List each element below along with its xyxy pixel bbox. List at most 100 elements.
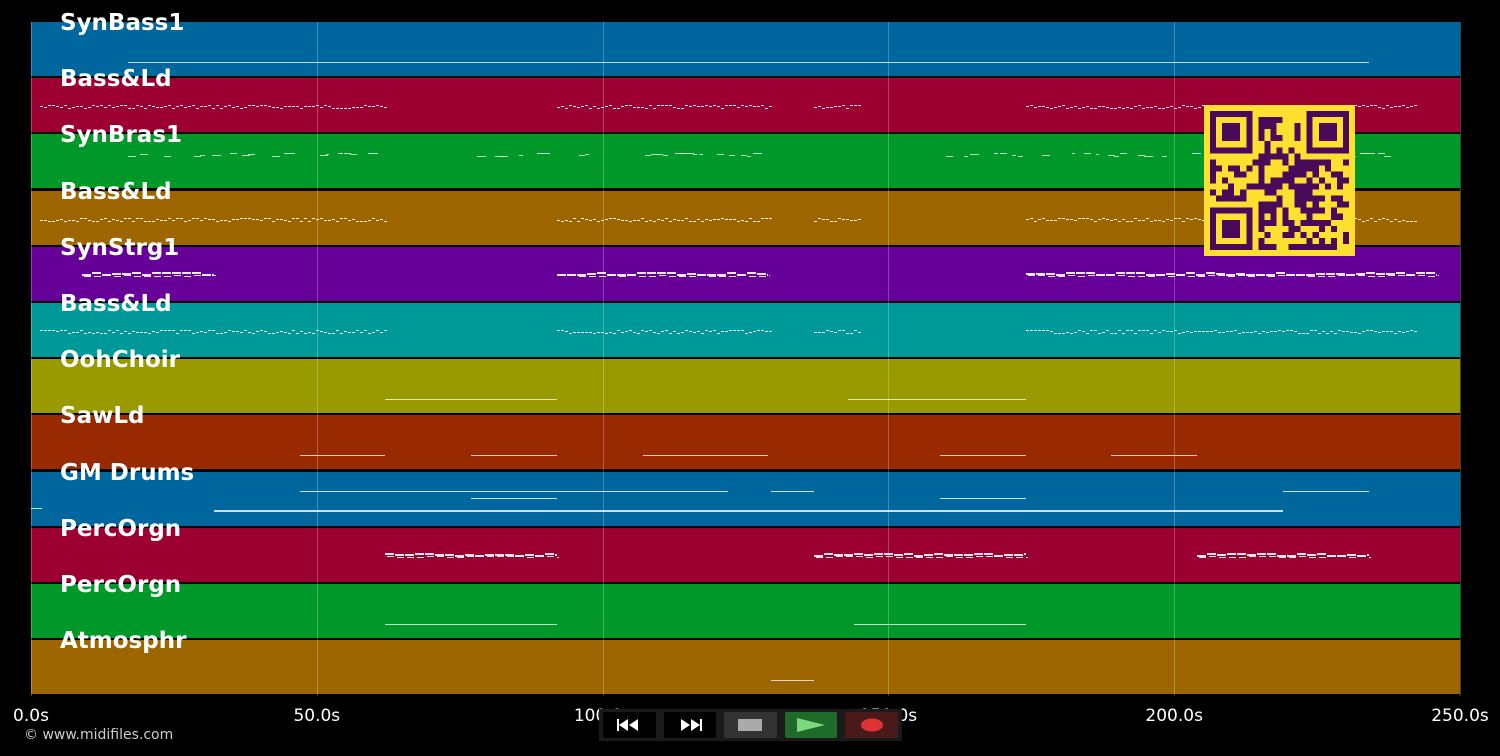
- note: [1397, 106, 1401, 108]
- note: [1149, 333, 1153, 334]
- note: [367, 219, 371, 221]
- note: [676, 219, 680, 221]
- track-lane[interactable]: OohChoir: [31, 347, 1460, 414]
- rewind-button[interactable]: [603, 712, 656, 738]
- note: [279, 108, 283, 110]
- note-segment: [1111, 455, 1198, 457]
- note: [760, 105, 764, 107]
- note: [1381, 108, 1385, 110]
- play-button[interactable]: [784, 712, 838, 738]
- note: [91, 220, 95, 222]
- note: [115, 219, 119, 221]
- note: [584, 218, 588, 220]
- note: [1257, 333, 1261, 334]
- track-lane[interactable]: SawLd: [31, 403, 1460, 470]
- note: [87, 332, 91, 333]
- note: [1237, 333, 1241, 334]
- note: [111, 218, 115, 220]
- note: [1061, 217, 1065, 219]
- note: [375, 330, 379, 331]
- note: [660, 105, 664, 107]
- note-segment: [642, 455, 769, 457]
- note: [1081, 331, 1085, 332]
- note: [1097, 218, 1101, 220]
- note: [1229, 556, 1237, 558]
- note-segment: [939, 455, 1026, 457]
- note: [572, 217, 576, 219]
- note: [644, 220, 648, 222]
- note: [135, 217, 139, 219]
- note: [139, 217, 143, 219]
- note: [1189, 332, 1193, 333]
- note: [1219, 556, 1227, 558]
- note: [267, 106, 271, 108]
- note: [1217, 274, 1225, 276]
- note: [1029, 330, 1033, 331]
- note: [359, 107, 363, 109]
- note: [648, 219, 652, 221]
- note: [732, 105, 736, 107]
- note: [171, 219, 175, 221]
- note: [1237, 552, 1247, 555]
- note: [347, 332, 351, 333]
- note: [87, 107, 91, 109]
- note: [303, 333, 307, 334]
- note: [1377, 107, 1381, 109]
- note: [1349, 556, 1357, 558]
- note: [1405, 107, 1409, 109]
- note: [83, 333, 87, 334]
- note: [842, 218, 846, 220]
- note: [1081, 217, 1085, 219]
- note: [1129, 330, 1133, 331]
- note: [1113, 218, 1117, 220]
- track-lane[interactable]: PercOrgn: [31, 572, 1460, 638]
- note: [457, 556, 465, 558]
- note: [728, 330, 732, 331]
- note: [724, 105, 728, 107]
- note: [43, 107, 47, 109]
- note: [894, 553, 904, 556]
- note: [1373, 220, 1377, 222]
- note: [299, 331, 303, 332]
- stop-button[interactable]: [724, 712, 777, 738]
- note: [729, 155, 735, 157]
- note: [866, 556, 874, 558]
- note: [620, 106, 624, 108]
- note: [103, 107, 107, 109]
- note: [1405, 331, 1409, 332]
- note: [1205, 331, 1209, 332]
- track-lane[interactable]: Atmosphr: [31, 628, 1460, 695]
- note: [299, 108, 303, 110]
- note: [119, 105, 123, 107]
- note: [1177, 274, 1185, 276]
- note: [1065, 218, 1069, 220]
- note: [1197, 218, 1201, 220]
- note: [1347, 274, 1355, 276]
- note: [67, 219, 71, 221]
- note: [43, 219, 47, 221]
- note: [1026, 556, 1028, 558]
- note: [1317, 275, 1325, 277]
- note: [636, 271, 646, 274]
- note: [846, 218, 850, 220]
- track-lane[interactable]: Bass&Ld: [31, 291, 1460, 357]
- note: [1067, 274, 1075, 276]
- record-button[interactable]: [845, 712, 898, 738]
- fast-forward-button[interactable]: [663, 712, 717, 738]
- note: [680, 108, 684, 110]
- note: [1185, 106, 1189, 108]
- track-lane[interactable]: SynBass1: [31, 10, 1460, 76]
- note: [854, 219, 858, 221]
- note: [1041, 330, 1045, 331]
- note: [826, 218, 830, 220]
- note: [1197, 331, 1201, 332]
- note: [736, 220, 740, 222]
- note: [1061, 105, 1065, 107]
- note: [1037, 218, 1041, 220]
- note: [123, 217, 127, 219]
- note: [331, 218, 335, 220]
- track-lane[interactable]: GM Drums: [31, 460, 1460, 526]
- note: [371, 217, 375, 219]
- track-lane[interactable]: PercOrgn: [31, 516, 1460, 582]
- note: [343, 331, 347, 332]
